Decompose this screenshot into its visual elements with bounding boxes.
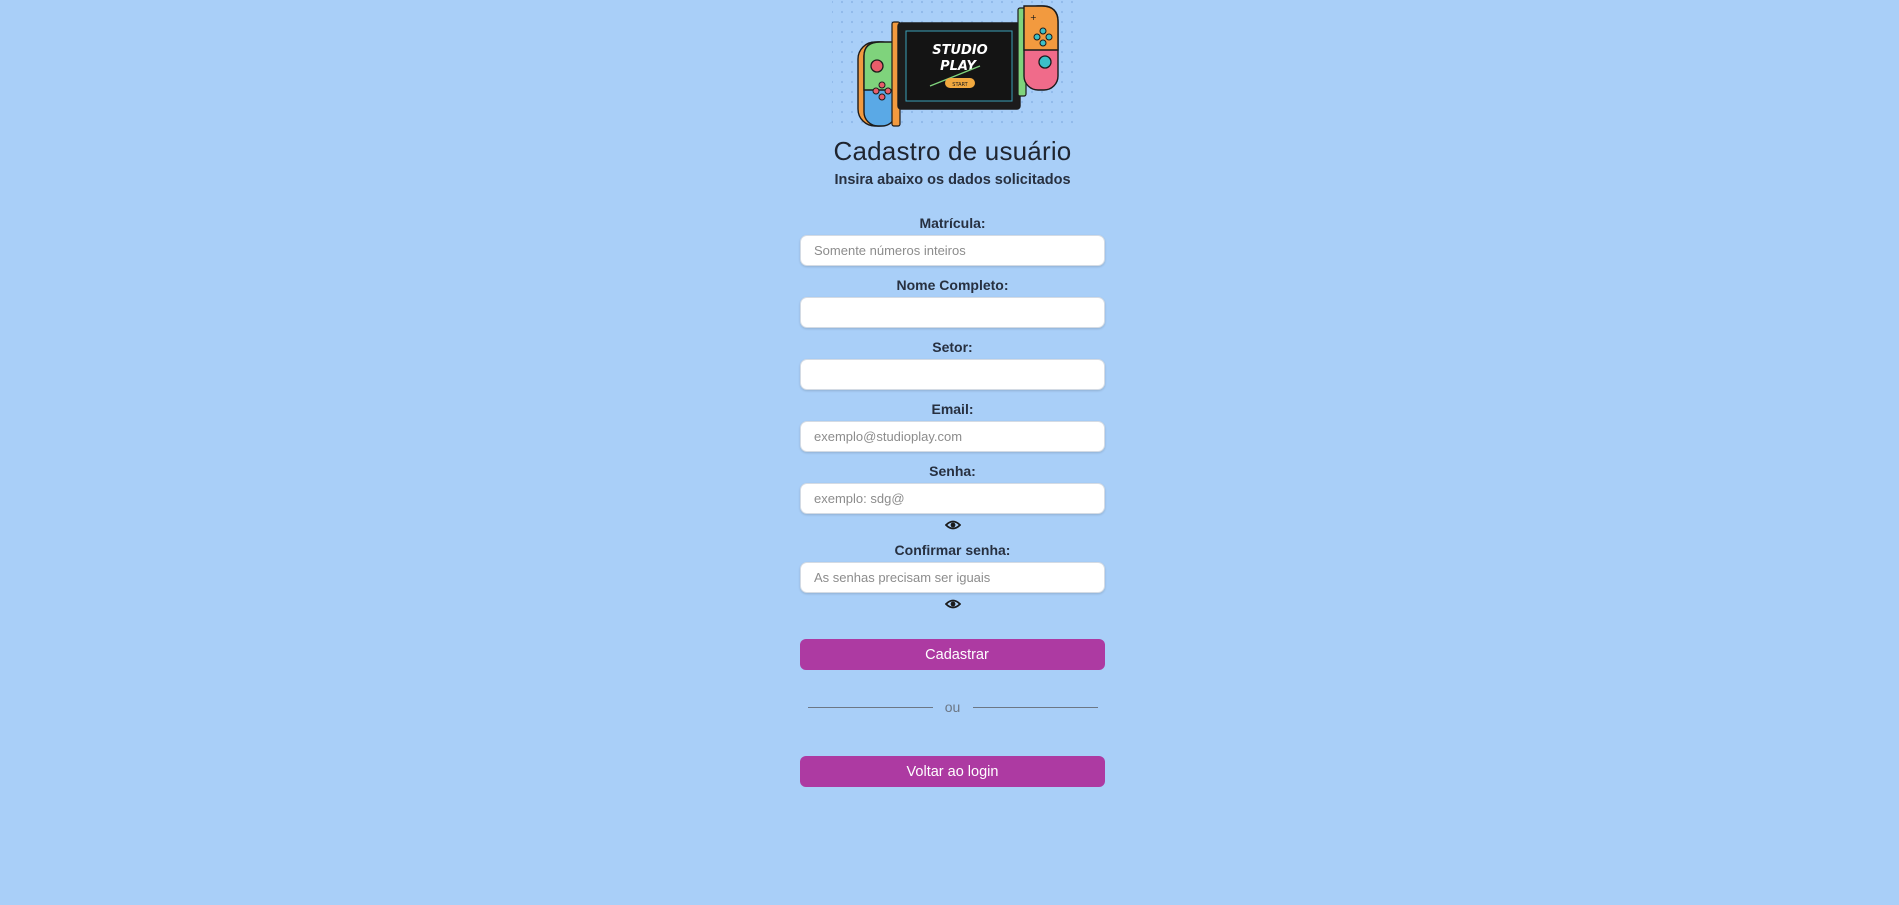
register-page: STUDIO PLAY START + Cadastro de usuário …	[800, 0, 1105, 787]
logo-line1: STUDIO	[932, 43, 987, 58]
setor-label: Setor:	[932, 339, 973, 355]
matricula-input[interactable]	[800, 235, 1105, 266]
nome-label: Nome Completo:	[896, 277, 1009, 293]
confirmar-senha-input[interactable]	[800, 562, 1105, 593]
setor-field-group: Setor:	[800, 339, 1105, 390]
matricula-label: Matrícula:	[919, 215, 986, 231]
studio-play-logo: STUDIO PLAY START +	[830, 0, 1075, 128]
email-label: Email:	[931, 401, 974, 417]
senha-label: Senha:	[929, 463, 976, 479]
or-divider: ou	[807, 698, 1098, 716]
logo-start: START	[952, 82, 968, 88]
register-form: Matrícula: Nome Completo: Setor: Email: …	[800, 215, 1105, 787]
setor-input[interactable]	[800, 359, 1105, 390]
confirmar-label: Confirmar senha:	[894, 542, 1011, 558]
email-input[interactable]	[800, 421, 1105, 452]
logo-line2: PLAY	[940, 59, 977, 74]
voltar-login-button[interactable]: Voltar ao login	[800, 756, 1105, 787]
senha-input[interactable]	[800, 483, 1105, 514]
page-title: Cadastro de usuário	[833, 136, 1072, 166]
eye-icon[interactable]	[944, 598, 961, 610]
email-field-group: Email:	[800, 401, 1105, 452]
matricula-field-group: Matrícula:	[800, 215, 1105, 266]
cadastrar-button[interactable]: Cadastrar	[800, 639, 1105, 670]
divider-line-right	[972, 707, 1098, 708]
page-subtitle: Insira abaixo os dados solicitados	[834, 172, 1071, 188]
senha-field-group: Senha:	[800, 463, 1105, 531]
nome-field-group: Nome Completo:	[800, 277, 1105, 328]
nome-input[interactable]	[800, 297, 1105, 328]
eye-icon[interactable]	[944, 519, 961, 531]
confirmar-field-group: Confirmar senha:	[800, 542, 1105, 610]
svg-text:+: +	[1030, 13, 1037, 22]
